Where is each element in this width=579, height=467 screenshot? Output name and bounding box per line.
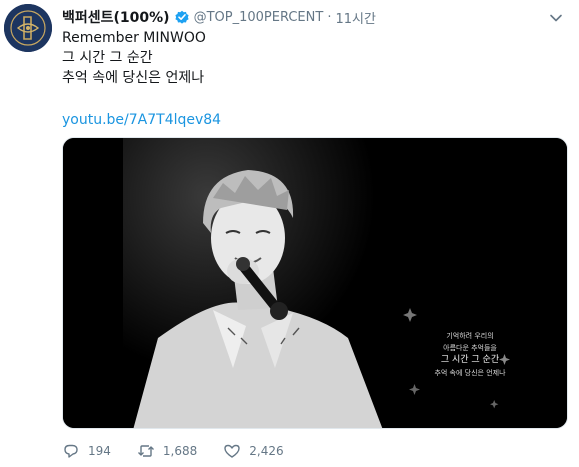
like-icon [224,444,240,458]
chevron-down-icon[interactable] [549,10,563,24]
retweet-count: 1,688 [162,444,198,458]
thumbnail-photo [63,138,567,428]
caption-line: 추억 속에 당신은 언제나 [434,369,506,377]
reply-count: 194 [88,444,111,458]
tweet-link[interactable]: youtu.be/7A7T4lqev84 [62,111,221,129]
thumbnail-caption: 기억하려 우리의 아름다운 추억들을 그 시간 그 순간 추억 속에 당신은 언… [415,330,525,379]
display-name[interactable]: 백퍼센트(100%) [62,7,170,27]
tweet-text-line: Remember MINWOO [62,30,206,46]
avatar-logo [4,4,52,52]
verified-badge-icon [174,9,190,25]
video-thumbnail[interactable]: 기억하려 우리의 아름다운 추억들을 그 시간 그 순간 추억 속에 당신은 언… [62,137,568,429]
retweet-icon [137,445,154,457]
tweet-text-line: 그 시간 그 순간 [62,50,153,66]
caption-line: 아름다운 추억들을 [443,344,497,352]
reply-button[interactable]: 194 [62,442,111,460]
tweet-text-line: 추억 속에 당신은 언제나 [62,70,205,86]
tweet-header: 백퍼센트(100%) @TOP_100PERCENT · 11시간 [62,7,376,27]
like-button[interactable]: 2,426 [223,442,284,460]
caption-line: 기억하려 우리의 [446,332,494,340]
timestamp[interactable]: 11시간 [335,8,375,27]
avatar[interactable] [4,4,52,52]
tweet-actions: 194 1,688 2,426 [62,440,310,462]
retweet-button[interactable]: 1,688 [137,442,197,460]
like-count: 2,426 [249,444,284,458]
tweet[interactable]: 백퍼센트(100%) @TOP_100PERCENT · 11시간 Rememb… [0,0,579,467]
caption-line: 그 시간 그 순간 [440,355,500,365]
handle[interactable]: @TOP_100PERCENT [194,10,324,25]
separator-dot: · [327,9,332,25]
reply-icon [64,444,78,458]
